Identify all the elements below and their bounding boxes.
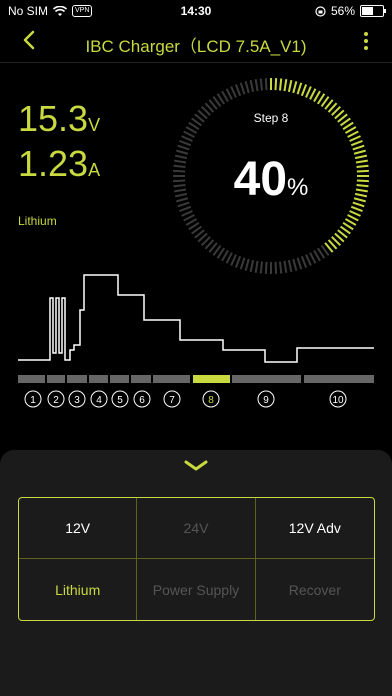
step-bar	[153, 375, 190, 383]
progress-tick	[225, 252, 233, 264]
progress-tick	[249, 79, 255, 93]
percent-value: 40	[233, 153, 288, 206]
progress-tick	[179, 139, 192, 147]
mode-panel: 12V 24V 12V Adv Lithium Power Supply Rec…	[0, 450, 392, 696]
progress-tick	[313, 90, 321, 103]
progress-tick	[300, 84, 308, 97]
charge-profile-graph	[18, 274, 374, 363]
progress-tick	[278, 78, 283, 91]
mode-12v-button[interactable]: 12V	[19, 498, 138, 559]
percent-readout: 40%	[171, 152, 371, 207]
progress-tick	[254, 79, 259, 92]
step-bar	[47, 375, 65, 383]
battery-percent: 56%	[330, 4, 355, 18]
progress-tick	[181, 210, 193, 217]
progress-tick	[183, 130, 195, 138]
step-bar	[110, 375, 129, 383]
progress-tick	[179, 205, 192, 213]
progress-tick	[283, 79, 288, 92]
progress-tick	[344, 126, 357, 134]
progress-tick	[350, 139, 363, 147]
progress-tick	[349, 210, 361, 217]
step-bar	[232, 375, 301, 383]
battery-icon	[360, 5, 386, 17]
progress-tick	[230, 254, 237, 266]
progress-tick	[349, 135, 361, 142]
progress-tick	[183, 214, 195, 222]
progress-tick	[225, 88, 233, 100]
progress-tick	[274, 78, 278, 91]
current-unit: A	[88, 160, 101, 180]
progress-tick	[234, 84, 242, 97]
mode-recover-button[interactable]: Recover	[256, 559, 374, 620]
step-bar	[131, 375, 151, 383]
step-number: 4	[96, 395, 102, 406]
step-number: 7	[169, 395, 175, 406]
orientation-lock-icon	[315, 5, 326, 17]
voltage-unit: V	[88, 115, 101, 135]
progress-tick	[264, 78, 268, 91]
mode-lithium-button[interactable]: Lithium	[19, 559, 138, 620]
page-title: IBC Charger（LCD 7.5A_V1)	[85, 37, 307, 56]
more-vertical-icon[interactable]	[364, 32, 370, 53]
progress-tick	[177, 144, 190, 151]
mode-grid: 12V 24V 12V Adv Lithium Power Supply Rec…	[18, 497, 375, 621]
step-number: 8	[208, 395, 214, 406]
progress-tick	[350, 205, 363, 213]
progress-tick	[221, 249, 229, 262]
step-bar	[89, 375, 108, 383]
step-bar	[304, 375, 374, 383]
battery-type-label: Lithium	[18, 214, 57, 228]
progress-tick	[292, 81, 298, 94]
mode-24v-button[interactable]: 24V	[137, 498, 256, 559]
current-readout: 1.23A	[18, 143, 100, 185]
progress-tick	[185, 218, 198, 226]
progress-tick	[287, 79, 293, 93]
step-number: 3	[74, 395, 80, 406]
step-label: Step 8	[253, 111, 289, 125]
progress-tick	[185, 126, 198, 134]
progress-tick	[347, 214, 359, 222]
step-bar	[67, 375, 87, 383]
progress-tick	[309, 88, 317, 100]
step-number: 2	[53, 395, 59, 406]
status-right: 56%	[315, 4, 386, 18]
voltage-value: 15.3	[18, 98, 89, 139]
progress-tick	[313, 249, 321, 262]
step-number: 10	[332, 395, 344, 406]
percent-sign: %	[287, 174, 309, 201]
progress-tick	[259, 78, 264, 91]
progress-tick	[244, 81, 250, 94]
progress-tick	[344, 218, 357, 226]
step-bar	[193, 375, 230, 383]
progress-tick	[181, 135, 193, 142]
step-number: 9	[263, 395, 269, 406]
progress-tick	[230, 86, 237, 98]
progress-tick	[239, 82, 246, 95]
mode-power-supply-button[interactable]: Power Supply	[137, 559, 256, 620]
progress-tick	[221, 90, 229, 103]
progress-tick	[305, 86, 312, 98]
step-number: 1	[30, 395, 36, 406]
step-number: 5	[117, 395, 123, 406]
app-header: IBC Charger（LCD 7.5A_V1)	[0, 22, 392, 62]
voltage-readout: 15.3V	[18, 98, 100, 140]
progress-tick	[296, 82, 303, 95]
progress-tick	[347, 130, 359, 138]
charge-step-indicator: 1 2 3 4 5 6 7 8 9 10	[18, 375, 374, 408]
status-bar: No SIM VPN 14:30 56%	[0, 0, 392, 22]
mode-12v-adv-button[interactable]: 12V Adv	[255, 498, 374, 559]
chevron-down-icon[interactable]	[183, 460, 209, 472]
step-bar	[18, 375, 45, 383]
step-number: 6	[139, 395, 145, 406]
progress-tick	[305, 254, 312, 266]
progress-tick	[309, 252, 317, 264]
header-divider	[0, 62, 392, 63]
current-value: 1.23	[18, 143, 89, 184]
progress-tick	[352, 144, 365, 151]
